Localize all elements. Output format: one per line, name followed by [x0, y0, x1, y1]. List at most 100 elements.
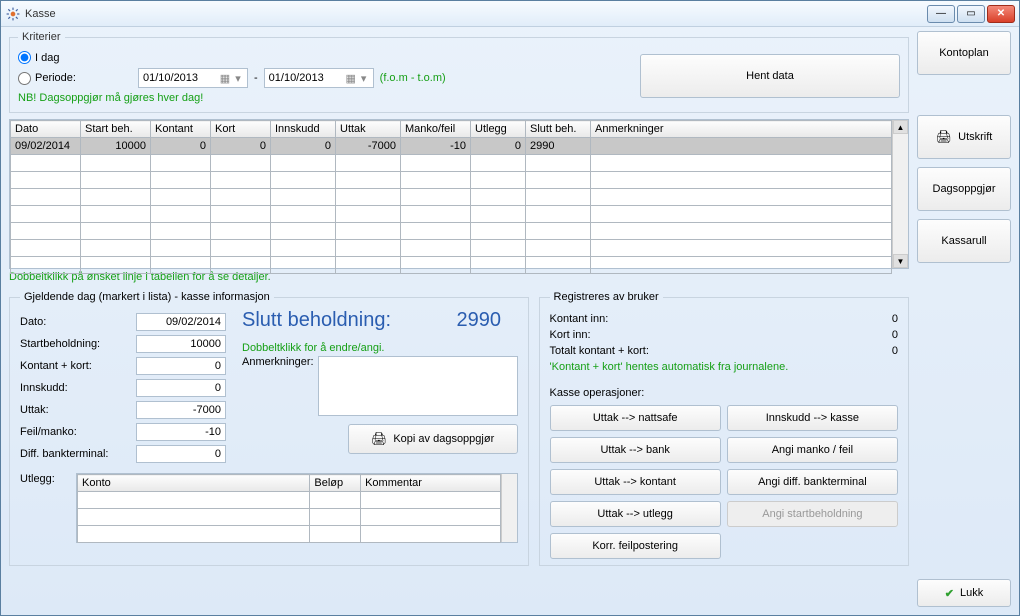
table-row[interactable] [11, 240, 892, 257]
col-kontant[interactable]: Kontant [151, 121, 211, 138]
fom-tom-label: (f.o.m - t.o.m) [380, 72, 446, 84]
angi-start-button: Angi startbeholdning [727, 501, 898, 527]
feil-label: Feil/manko: [20, 426, 130, 438]
table-row[interactable] [11, 172, 892, 189]
nb-warning: NB! Dagsoppgjør må gjøres hver dag! [18, 92, 640, 104]
col-slutt[interactable]: Slutt beh. [526, 121, 591, 138]
table-row[interactable] [11, 223, 892, 240]
reg-legend: Registreres av bruker [550, 291, 663, 303]
grid-scrollbar[interactable]: ▲ ▼ [892, 120, 908, 268]
idag-radio[interactable] [18, 51, 31, 64]
uttak-kontant-button[interactable]: Uttak --> kontant [550, 469, 721, 495]
kriterier-legend: Kriterier [18, 31, 65, 43]
date-sep: - [254, 72, 258, 84]
dato-value: 09/02/2014 [136, 313, 226, 331]
col-start[interactable]: Start beh. [81, 121, 151, 138]
col-utlegg[interactable]: Utlegg [471, 121, 526, 138]
minimize-button[interactable]: — [927, 5, 955, 23]
window-title: Kasse [25, 8, 927, 20]
uttak-bank-button[interactable]: Uttak --> bank [550, 437, 721, 463]
date-from-input[interactable]: 01/10/2013 ▦ ▾ [138, 68, 248, 88]
utlegg-col-kommentar[interactable]: Kommentar [361, 475, 500, 492]
innskudd-kasse-button[interactable]: Innskudd --> kasse [727, 405, 898, 431]
table-row[interactable] [11, 155, 892, 172]
totalt-value: 0 [858, 345, 898, 357]
col-manko[interactable]: Manko/feil [401, 121, 471, 138]
utlegg-label: Utlegg: [20, 473, 70, 485]
uttak-label: Uttak: [20, 404, 130, 416]
innskudd-value: 0 [136, 379, 226, 397]
endre-hint: Dobbeltklikk for å endre/angi. [242, 342, 518, 354]
uttak-nattsafe-button[interactable]: Uttak --> nattsafe [550, 405, 721, 431]
date-to-input[interactable]: 01/10/2013 ▦ ▾ [264, 68, 374, 88]
idag-label: I dag [35, 52, 59, 64]
kontant-inn-label: Kontant inn: [550, 313, 858, 325]
scroll-down-icon[interactable]: ▼ [893, 254, 908, 268]
table-row[interactable] [78, 509, 501, 526]
kort-inn-label: Kort inn: [550, 329, 858, 341]
dagsoppgjor-button[interactable]: Dagsoppgjør [917, 167, 1011, 211]
kassarull-button[interactable]: Kassarull [917, 219, 1011, 263]
col-dato[interactable]: Dato [11, 121, 81, 138]
col-kort[interactable]: Kort [211, 121, 271, 138]
utlegg-col-konto[interactable]: Konto [78, 475, 310, 492]
start-label: Startbeholdning: [20, 338, 130, 350]
totalt-label: Totalt kontant + kort: [550, 345, 858, 357]
slutt-value: 2990 [411, 309, 501, 332]
kopi-button[interactable]: 🖨 Kopi av dagsoppgjør [348, 424, 518, 454]
innskudd-label: Innskudd: [20, 382, 130, 394]
slutt-label: Slutt beholdning: [242, 309, 391, 332]
diff-label: Diff. bankterminal: [20, 448, 130, 460]
start-value: 10000 [136, 335, 226, 353]
reg-panel: Registreres av bruker Kontant inn:0 Kort… [539, 291, 909, 566]
uttak-value: -7000 [136, 401, 226, 419]
table-row[interactable] [78, 492, 501, 509]
utskrift-button[interactable]: 🖨 Utskrift [917, 115, 1011, 159]
app-window: Kasse — ▭ ✕ Kriterier I dag [0, 0, 1020, 616]
periode-label: Periode: [35, 72, 76, 84]
table-row[interactable] [11, 206, 892, 223]
auto-hint: 'Kontant + kort' hentes automatisk fra j… [550, 361, 898, 373]
printer-icon: 🖨 [371, 431, 388, 447]
table-row[interactable] [78, 526, 501, 543]
feil-value: -10 [136, 423, 226, 441]
close-button[interactable]: ✕ [987, 5, 1015, 23]
main-grid[interactable]: Dato Start beh. Kontant Kort Innskudd Ut… [9, 119, 909, 269]
table-row[interactable] [11, 257, 892, 274]
dato-label: Dato: [20, 316, 130, 328]
scroll-up-icon[interactable]: ▲ [893, 120, 908, 134]
table-row[interactable]: 09/02/2014 10000 0 0 0 -7000 -10 0 2990 [11, 138, 892, 155]
periode-radio[interactable] [18, 72, 31, 85]
anm-textarea[interactable] [318, 356, 518, 416]
gjeldende-legend: Gjeldende dag (markert i lista) - kasse … [20, 291, 274, 303]
maximize-button[interactable]: ▭ [957, 5, 985, 23]
utlegg-col-belop[interactable]: Beløp [310, 475, 361, 492]
kriterier-panel: Kriterier I dag Periode: [9, 31, 909, 113]
utlegg-scrollbar[interactable] [501, 474, 517, 542]
chevron-down-icon: ▾ [233, 72, 243, 85]
col-uttak[interactable]: Uttak [336, 121, 401, 138]
kk-label: Kontant + kort: [20, 360, 130, 372]
gjeldende-panel: Gjeldende dag (markert i lista) - kasse … [9, 291, 529, 566]
kort-inn-value: 0 [858, 329, 898, 341]
grid-header-row: Dato Start beh. Kontant Kort Innskudd Ut… [11, 121, 892, 138]
angi-diff-button[interactable]: Angi diff. bankterminal [727, 469, 898, 495]
utlegg-grid[interactable]: Konto Beløp Kommentar [76, 473, 518, 543]
titlebar: Kasse — ▭ ✕ [1, 1, 1019, 27]
kontant-inn-value: 0 [858, 313, 898, 325]
hent-data-button[interactable]: Hent data [640, 54, 900, 98]
diff-value: 0 [136, 445, 226, 463]
check-icon: ✔ [945, 587, 954, 600]
korr-button[interactable]: Korr. feilpostering [550, 533, 721, 559]
table-row[interactable] [11, 189, 892, 206]
col-anm[interactable]: Anmerkninger [591, 121, 892, 138]
lukk-button[interactable]: ✔ Lukk [917, 579, 1011, 607]
col-innskudd[interactable]: Innskudd [271, 121, 336, 138]
kontoplan-button[interactable]: Kontoplan [917, 31, 1011, 75]
ops-label: Kasse operasjoner: [550, 387, 898, 399]
calendar-icon: ▦ [343, 72, 359, 85]
angi-manko-button[interactable]: Angi manko / feil [727, 437, 898, 463]
kk-value: 0 [136, 357, 226, 375]
chevron-down-icon: ▾ [359, 72, 369, 85]
uttak-utlegg-button[interactable]: Uttak --> utlegg [550, 501, 721, 527]
